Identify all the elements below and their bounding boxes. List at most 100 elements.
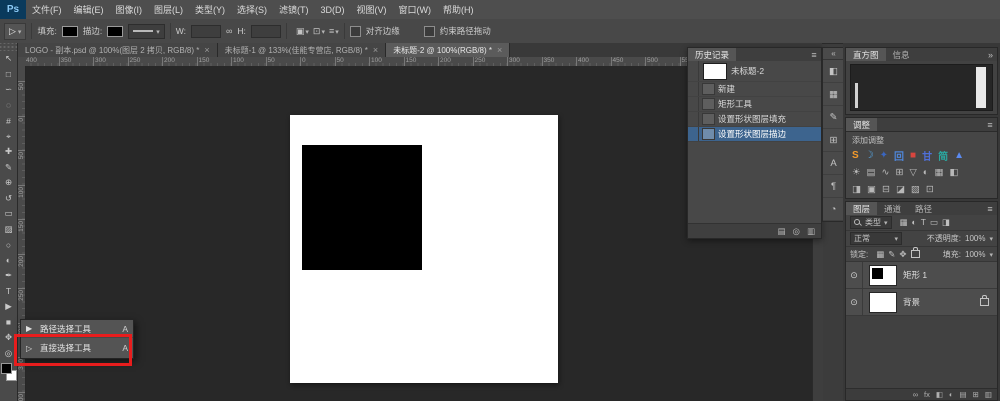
foreground-color-swatch[interactable] [1, 363, 12, 374]
visibility-toggle[interactable] [846, 262, 863, 288]
vibrance-icon[interactable]: ▽ [909, 167, 916, 178]
tab-history[interactable]: 历史记录 [688, 48, 736, 61]
info-panel-icon[interactable]: ◔ [823, 198, 844, 221]
move-tool[interactable]: ↖ [0, 51, 17, 67]
delete-state-icon[interactable]: ▥ [807, 226, 815, 237]
color-balance-icon[interactable]: ▦ [935, 167, 944, 178]
preset-icon-7[interactable]: 简 [938, 148, 948, 163]
exposure-icon[interactable]: ⊞ [895, 167, 903, 178]
path-selection-tool[interactable]: ▶ [0, 299, 17, 315]
link-layers-icon[interactable]: ∞ [913, 390, 918, 399]
black-white-icon[interactable]: ◧ [950, 167, 959, 178]
character-panel-icon[interactable]: A [823, 152, 844, 175]
brush-tool[interactable]: ✎ [0, 160, 17, 176]
marquee-tool[interactable]: □ [0, 67, 17, 83]
layer-mask-icon[interactable]: ◧ [936, 390, 943, 399]
history-state-rectangle-tool[interactable]: 矩形工具 [688, 97, 821, 112]
document-tab-1[interactable]: LOGO - 副本.psd @ 100%(图层 2 拷贝, RGB/8) * × [18, 43, 218, 57]
fill-value[interactable]: 100% [965, 250, 985, 259]
shape-rectangle[interactable] [302, 145, 422, 270]
quick-selection-tool[interactable]: ◌ [0, 98, 17, 114]
color-panel-icon[interactable]: ◧ [823, 60, 844, 83]
levels-icon[interactable]: ▤ [867, 167, 876, 178]
filter-shape-layers-icon[interactable]: ▭ [930, 217, 938, 228]
tab-info[interactable]: 信息 [886, 48, 917, 61]
close-icon[interactable]: × [204, 45, 209, 55]
history-snapshot-row[interactable]: 未标题-2 [688, 61, 821, 82]
posterize-icon[interactable]: ▧ [911, 184, 920, 195]
close-icon[interactable]: × [373, 45, 378, 55]
preset-icon-1[interactable]: S [852, 150, 859, 161]
layer-name[interactable]: 矩形 1 [903, 269, 927, 281]
eraser-tool[interactable]: ▭ [0, 206, 17, 222]
photo-filter-icon[interactable]: ◨ [852, 184, 861, 195]
adjustment-layer-icon[interactable]: ◐ [949, 390, 954, 399]
layer-effects-icon[interactable]: fx [924, 390, 930, 399]
lock-pixels-icon[interactable]: ✎ [888, 249, 895, 260]
tab-histogram[interactable]: 直方图 [846, 48, 886, 61]
new-layer-icon[interactable]: ⊞ [973, 390, 979, 399]
history-state-new[interactable]: 新建 [688, 82, 821, 97]
stroke-swatch[interactable] [107, 26, 123, 37]
menu-view[interactable]: 视图(V) [351, 0, 393, 19]
type-tool[interactable]: T [0, 284, 17, 300]
filter-smart-objects-icon[interactable]: ◨ [942, 217, 950, 228]
menu-help[interactable]: 帮助(H) [437, 0, 480, 19]
menu-filter[interactable]: 滤镜(T) [273, 0, 315, 19]
crop-tool[interactable]: # [0, 113, 17, 129]
dodge-tool[interactable]: ◐ [0, 253, 17, 269]
filter-type-layers-icon[interactable]: T [921, 217, 926, 228]
path-alignment-icon[interactable]: ⊡ [313, 26, 325, 37]
preset-icon-3[interactable]: ✦ [880, 150, 888, 161]
gradient-tool[interactable]: ▨ [0, 222, 17, 238]
menu-edit[interactable]: 编辑(E) [68, 0, 110, 19]
history-brush-tool[interactable]: ↺ [0, 191, 17, 207]
lock-transparency-icon[interactable]: ▦ [876, 249, 884, 260]
blur-tool[interactable]: ○ [0, 237, 17, 253]
expand-panels-icon[interactable] [823, 48, 844, 60]
layer-name[interactable]: 背景 [903, 296, 920, 308]
path-operations-icon[interactable]: ▣ [296, 26, 309, 37]
layer-group-icon[interactable]: ▤ [960, 390, 967, 399]
panel-menu-icon[interactable] [983, 118, 997, 131]
path-arrangement-icon[interactable]: ≡ [329, 26, 339, 37]
threshold-icon[interactable]: ⊡ [926, 184, 934, 195]
history-state-set-stroke-selected[interactable]: 设置形状图层描边 [688, 127, 821, 142]
opacity-value[interactable]: 100% [965, 234, 985, 243]
filter-pixel-layers-icon[interactable]: ▦ [900, 217, 908, 228]
menu-file[interactable]: 文件(F) [26, 0, 68, 19]
filter-adjustment-layers-icon[interactable]: ◐ [912, 217, 917, 228]
preset-icon-8[interactable]: ▲ [954, 150, 964, 161]
history-brush-source-cell[interactable] [688, 61, 699, 81]
new-document-from-state-icon[interactable]: ▤ [778, 226, 786, 237]
filter-kind-select[interactable]: 类型 [850, 216, 892, 229]
document-tab-3-active[interactable]: 未标题-2 @ 100%(RGB/8) * × [386, 43, 510, 57]
hue-saturation-icon[interactable]: ◐ [923, 167, 929, 178]
clone-source-panel-icon[interactable]: ⊞ [823, 129, 844, 152]
document-canvas[interactable] [290, 115, 558, 383]
panel-menu-icon[interactable] [807, 48, 821, 61]
invert-icon[interactable]: ◪ [896, 184, 905, 195]
menu-type[interactable]: 类型(Y) [189, 0, 231, 19]
fill-swatch[interactable] [62, 26, 78, 37]
menu-layer[interactable]: 图层(L) [148, 0, 189, 19]
align-edges-checkbox[interactable] [350, 26, 361, 37]
color-lookup-icon[interactable]: ⊟ [882, 184, 890, 195]
lock-position-icon[interactable]: ✥ [899, 249, 906, 260]
collapse-dock-icon[interactable] [984, 48, 997, 61]
channel-mixer-icon[interactable]: ▣ [867, 184, 876, 195]
tab-channels[interactable]: 通道 [877, 202, 908, 215]
tab-adjustments[interactable]: 调整 [846, 118, 877, 131]
visibility-toggle[interactable] [846, 289, 863, 315]
paragraph-panel-icon[interactable]: ¶ [823, 175, 844, 198]
blend-mode-select[interactable]: 正常 [850, 232, 902, 245]
panel-menu-icon[interactable] [983, 202, 997, 215]
eyedropper-tool[interactable]: ⌖ [0, 129, 17, 145]
clone-stamp-tool[interactable]: ⊕ [0, 175, 17, 191]
tab-paths[interactable]: 路径 [908, 202, 939, 215]
preset-icon-5[interactable]: ■ [910, 150, 916, 161]
layer-row-background[interactable]: 背景 [846, 289, 997, 316]
width-input[interactable] [191, 25, 221, 38]
layer-thumbnail[interactable] [869, 292, 897, 313]
menu-image[interactable]: 图像(I) [110, 0, 149, 19]
